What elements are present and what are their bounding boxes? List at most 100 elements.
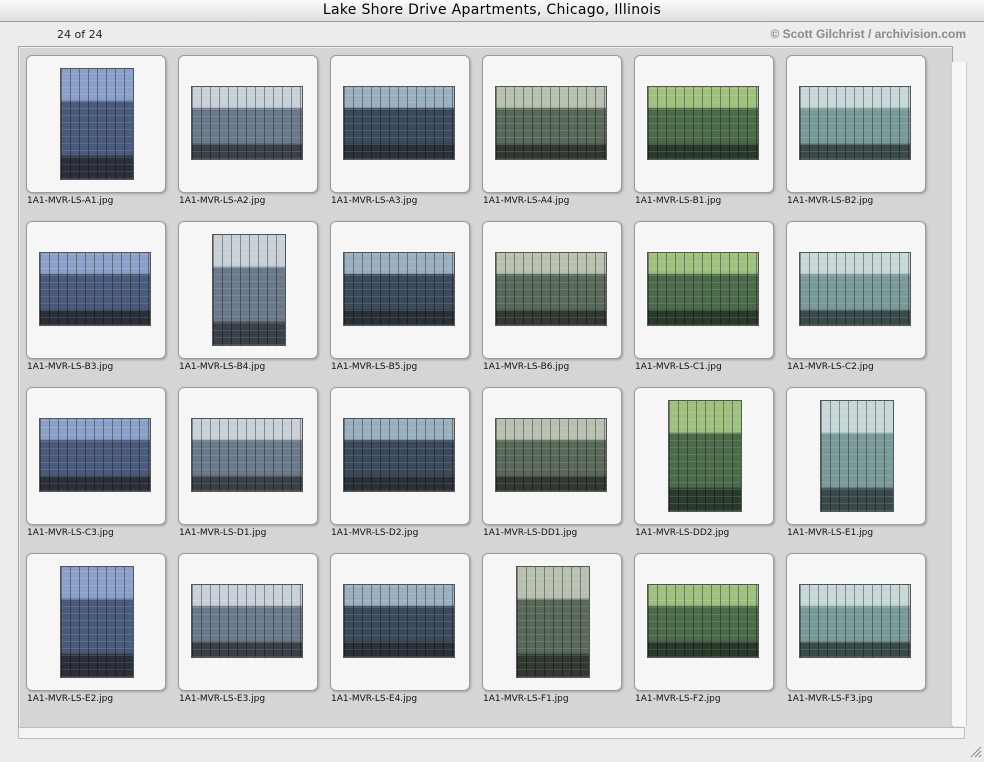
slide-frame[interactable] [634,387,774,525]
thumbnail-cell[interactable]: 1A1-MVR-LS-E4.jpg [330,553,470,713]
thumbnail-cell[interactable]: 1A1-MVR-LS-B6.jpg [482,221,622,381]
thumbnail-cell[interactable]: 1A1-MVR-LS-C3.jpg [26,387,166,547]
slide-frame[interactable] [482,553,622,691]
photo-thumbnail[interactable] [60,566,134,678]
thumbnail-cell[interactable]: 1A1-MVR-LS-E2.jpg [26,553,166,713]
photo-thumbnail[interactable] [647,252,759,326]
facade-grid-pattern [496,253,606,325]
facade-grid-pattern [344,585,454,657]
thumbnail-filename: 1A1-MVR-LS-E2.jpg [27,694,114,704]
slide-frame[interactable] [26,221,166,359]
thumbnail-cell[interactable]: 1A1-MVR-LS-E1.jpg [786,387,926,547]
thumbnail-cell[interactable]: 1A1-MVR-LS-F3.jpg [786,553,926,713]
slide-frame[interactable] [330,387,470,525]
thumbnail-filename: 1A1-MVR-LS-A1.jpg [27,196,114,206]
thumbnail-filename: 1A1-MVR-LS-B2.jpg [787,196,874,206]
photo-thumbnail[interactable] [191,418,303,492]
slide-frame[interactable] [634,55,774,193]
photo-thumbnail[interactable] [60,68,134,180]
photo-thumbnail[interactable] [212,234,286,346]
copyright-credit: © Scott Gilchrist / archivision.com [770,27,966,41]
slide-frame[interactable] [330,553,470,691]
photo-thumbnail[interactable] [647,86,759,160]
photo-thumbnail[interactable] [647,584,759,658]
photo-thumbnail[interactable] [820,400,894,512]
thumbnail-cell[interactable]: 1A1-MVR-LS-A2.jpg [178,55,318,215]
thumbnail-cell[interactable]: 1A1-MVR-LS-A1.jpg [26,55,166,215]
thumbnail-cell[interactable]: 1A1-MVR-LS-A3.jpg [330,55,470,215]
thumbnail-filename: 1A1-MVR-LS-C1.jpg [635,362,722,372]
slide-frame[interactable] [178,387,318,525]
facade-grid-pattern [213,235,285,345]
thumbnail-cell[interactable]: 1A1-MVR-LS-B4.jpg [178,221,318,381]
horizontal-scrollbar[interactable] [18,727,965,739]
slide-frame[interactable] [786,55,926,193]
thumbnail-cell[interactable]: 1A1-MVR-LS-D2.jpg [330,387,470,547]
window-title-bar[interactable]: Lake Shore Drive Apartments, Chicago, Il… [0,0,984,22]
thumbnail-cell[interactable]: 1A1-MVR-LS-DD1.jpg [482,387,622,547]
thumbnail-cell[interactable]: 1A1-MVR-LS-B5.jpg [330,221,470,381]
photo-thumbnail[interactable] [39,252,151,326]
slide-frame[interactable] [330,55,470,193]
facade-grid-pattern [344,87,454,159]
photo-thumbnail[interactable] [39,418,151,492]
slide-frame[interactable] [482,221,622,359]
photo-thumbnail[interactable] [799,86,911,160]
thumbnail-filename: 1A1-MVR-LS-A2.jpg [179,196,266,206]
thumbnail-filename: 1A1-MVR-LS-D2.jpg [331,528,419,538]
photo-thumbnail[interactable] [495,252,607,326]
facade-grid-pattern [61,69,133,179]
slide-frame[interactable] [330,221,470,359]
thumbnail-cell[interactable]: 1A1-MVR-LS-F2.jpg [634,553,774,713]
thumbnail-filename: 1A1-MVR-LS-D1.jpg [179,528,267,538]
thumbnail-filename: 1A1-MVR-LS-B5.jpg [331,362,418,372]
thumbnail-filename: 1A1-MVR-LS-F3.jpg [787,694,873,704]
thumbnail-cell[interactable]: 1A1-MVR-LS-E3.jpg [178,553,318,713]
photo-thumbnail[interactable] [343,86,455,160]
thumbnail-cell[interactable]: 1A1-MVR-LS-C2.jpg [786,221,926,381]
photo-thumbnail[interactable] [495,418,607,492]
slide-frame[interactable] [482,55,622,193]
facade-grid-pattern [344,419,454,491]
slide-frame[interactable] [178,55,318,193]
slide-frame[interactable] [26,55,166,193]
facade-grid-pattern [344,253,454,325]
slide-frame[interactable] [634,553,774,691]
facade-grid-pattern [496,419,606,491]
facade-grid-pattern [648,585,758,657]
slide-frame[interactable] [26,387,166,525]
photo-thumbnail[interactable] [191,86,303,160]
vertical-scrollbar[interactable] [951,62,967,726]
photo-thumbnail[interactable] [343,584,455,658]
photo-thumbnail[interactable] [799,584,911,658]
facade-grid-pattern [517,567,589,677]
thumbnail-cell[interactable]: 1A1-MVR-LS-D1.jpg [178,387,318,547]
photo-thumbnail[interactable] [799,252,911,326]
thumbnail-cell[interactable]: 1A1-MVR-LS-C1.jpg [634,221,774,381]
photo-thumbnail[interactable] [191,584,303,658]
slide-frame[interactable] [26,553,166,691]
thumbnail-cell[interactable]: 1A1-MVR-LS-B2.jpg [786,55,926,215]
slide-frame[interactable] [786,553,926,691]
resize-grip-icon[interactable] [968,743,982,758]
facade-grid-pattern [192,585,302,657]
slide-frame[interactable] [178,221,318,359]
photo-thumbnail[interactable] [516,566,590,678]
thumbnail-filename: 1A1-MVR-LS-E4.jpg [331,694,418,704]
photo-thumbnail[interactable] [495,86,607,160]
photo-thumbnail[interactable] [343,418,455,492]
slide-frame[interactable] [178,553,318,691]
thumbnail-cell[interactable]: 1A1-MVR-LS-B3.jpg [26,221,166,381]
slide-frame[interactable] [786,387,926,525]
photo-thumbnail[interactable] [343,252,455,326]
slide-frame[interactable] [482,387,622,525]
thumbnail-filename: 1A1-MVR-LS-DD1.jpg [483,528,578,538]
slide-frame[interactable] [634,221,774,359]
thumbnail-cell[interactable]: 1A1-MVR-LS-B1.jpg [634,55,774,215]
thumbnail-cell[interactable]: 1A1-MVR-LS-F1.jpg [482,553,622,713]
thumbnail-cell[interactable]: 1A1-MVR-LS-DD2.jpg [634,387,774,547]
photo-thumbnail[interactable] [668,400,742,512]
thumbnail-cell[interactable]: 1A1-MVR-LS-A4.jpg [482,55,622,215]
window-title: Lake Shore Drive Apartments, Chicago, Il… [322,2,662,18]
slide-frame[interactable] [786,221,926,359]
